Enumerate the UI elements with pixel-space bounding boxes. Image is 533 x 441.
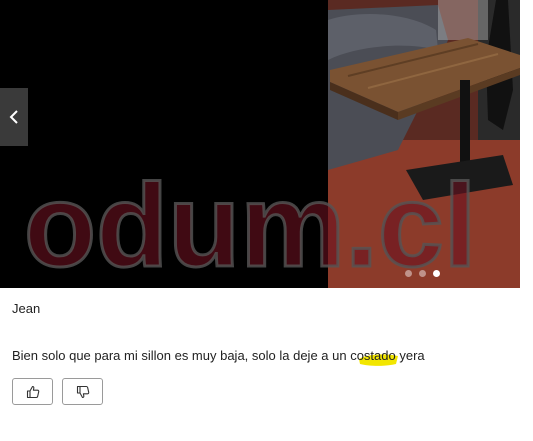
thumbs-down-icon: [76, 385, 89, 398]
thumbs-up-icon: [26, 385, 39, 398]
dislike-button[interactable]: [62, 378, 103, 405]
review-author: Jean: [12, 301, 41, 316]
gallery-dot[interactable]: [419, 270, 426, 277]
product-image-gallery: odum.cl: [0, 0, 520, 288]
chevron-left-icon: [9, 110, 18, 124]
side-table-photo: [328, 0, 520, 288]
gallery-dot[interactable]: [405, 270, 412, 277]
like-button[interactable]: [12, 378, 53, 405]
gallery-prev-button[interactable]: [0, 88, 28, 146]
gallery-dot-active[interactable]: [433, 270, 440, 277]
review-photo[interactable]: [328, 0, 520, 288]
gallery-dots: [405, 270, 440, 277]
review-text: Bien solo que para mi sillon es muy baja…: [12, 348, 425, 363]
